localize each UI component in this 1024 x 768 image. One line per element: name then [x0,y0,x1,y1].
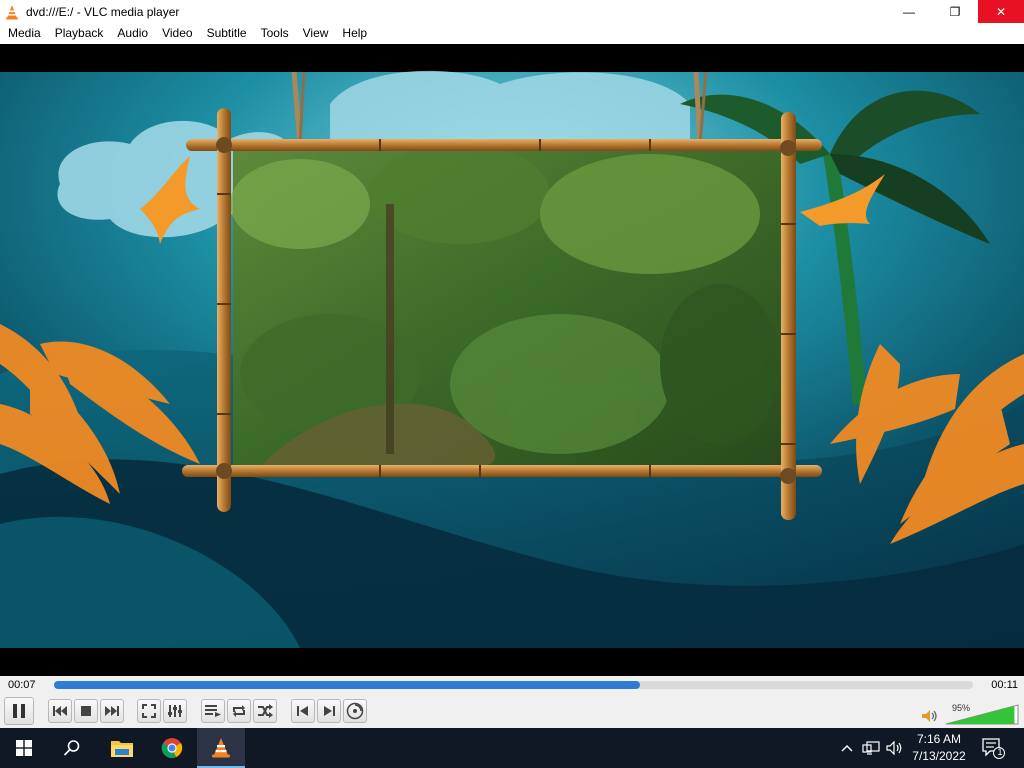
chrome-icon [161,738,183,758]
previous-icon [53,706,67,716]
restore-button[interactable]: ❐ [932,0,978,23]
dvd-menu-frame [0,44,1024,676]
network-icon [862,741,880,755]
stop-button[interactable] [74,699,98,723]
minimize-button[interactable]: — [886,0,932,23]
menu-subtitle[interactable]: Subtitle [200,23,254,44]
next-button[interactable] [100,699,124,723]
dvd-menu-icon [346,702,364,720]
volume-icon[interactable] [922,710,938,722]
minimize-icon: — [903,4,915,19]
fullscreen-icon [142,704,156,718]
shuffle-button[interactable] [253,699,277,723]
vlc-app-icon [6,4,18,19]
stop-icon [81,706,91,716]
clock-time: 7:16 AM [916,732,962,746]
seek-bar-progress [54,681,641,689]
seek-row: 00:07 00:11 [0,676,1024,696]
video-area[interactable] [0,44,1024,676]
search-button[interactable] [48,728,96,768]
window-title: dvd:///E:/ - VLC media player [26,4,180,19]
menu-video[interactable]: Video [155,23,199,44]
next-icon [105,706,119,716]
pause-icon [13,704,25,718]
menu-tools[interactable]: Tools [254,23,296,44]
search-icon [63,740,80,756]
menu-help[interactable]: Help [335,23,374,44]
shuffle-icon [258,704,273,718]
playlist-button[interactable] [201,699,225,723]
extended-settings-button[interactable] [163,699,187,723]
file-explorer-icon [111,741,133,757]
vlc-taskbar-button[interactable] [197,728,245,768]
frame-back-button[interactable] [291,699,315,723]
dvd-menu-button[interactable] [343,699,367,723]
file-explorer-button[interactable] [98,728,146,768]
close-icon: ✕ [995,4,1007,19]
seek-bar[interactable] [54,681,973,689]
title-bar: dvd:///E:/ - VLC media player — ❐ ✕ [0,0,1024,23]
restore-icon: ❐ [949,4,961,19]
menu-media[interactable]: Media [1,23,48,44]
menu-audio[interactable]: Audio [110,23,155,44]
menu-view[interactable]: View [296,23,336,44]
notification-count: 1 [997,747,1003,757]
pause-button[interactable] [4,697,34,725]
notifications-button[interactable]: 1 [978,728,1008,768]
volume-slider[interactable] [944,703,1020,725]
playlist-icon [205,705,221,717]
elapsed-time: 00:07 [8,679,36,691]
frame-next-button[interactable] [317,699,341,723]
controls-bar: 95% [0,696,1024,728]
vlc-icon [212,738,230,758]
extended-settings-icon [168,705,182,717]
chrome-button[interactable] [148,728,196,768]
speaker-button[interactable] [884,728,906,768]
speaker-icon [886,741,902,755]
frame-back-icon [297,706,308,716]
fullscreen-button[interactable] [137,699,161,723]
menu-bar: Media Playback Audio Video Subtitle Tool… [0,23,1024,44]
close-button[interactable]: ✕ [978,0,1024,23]
clock-date: 7/13/2022 [912,749,966,763]
clock[interactable]: 7:16 AM 7/13/2022 [906,731,972,765]
previous-button[interactable] [48,699,72,723]
frame-next-icon [324,706,335,716]
total-time: 00:11 [991,679,1018,691]
chevron-up-icon [841,745,853,752]
start-button[interactable] [0,728,48,768]
tray-overflow-button[interactable] [838,728,856,768]
loop-button[interactable] [227,699,251,723]
taskbar: 7:16 AM 7/13/2022 1 [0,728,1024,768]
windows-start-icon [16,740,32,756]
menu-playback[interactable]: Playback [48,23,111,44]
loop-icon [233,705,245,717]
network-button[interactable] [860,728,882,768]
